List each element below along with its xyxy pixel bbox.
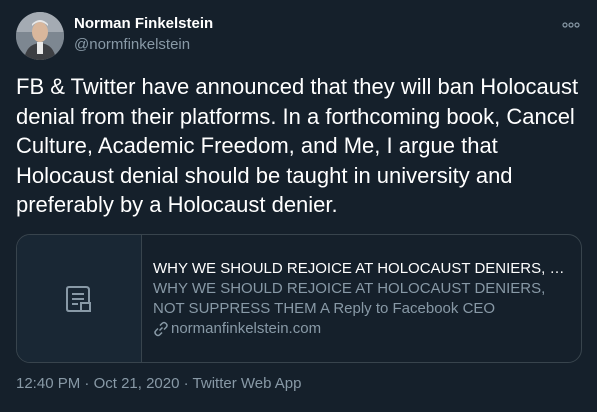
link-card[interactable]: WHY WE SHOULD REJOICE AT HOLOCAUST DENIE…: [16, 234, 582, 363]
avatar[interactable]: [16, 12, 64, 60]
display-name[interactable]: Norman Finkelstein: [74, 15, 213, 32]
card-body: WHY WE SHOULD REJOICE AT HOLOCAUST DENIE…: [153, 259, 571, 339]
tweet-text: FB & Twitter have announced that they wi…: [16, 74, 579, 217]
handle[interactable]: @normfinkelstein: [74, 36, 190, 53]
link-icon: [154, 321, 168, 337]
tweet: Norman Finkelstein @normfinkelstein FB &…: [0, 0, 597, 412]
meta-separator: ·: [80, 375, 94, 392]
tweet-source[interactable]: Twitter Web App: [193, 375, 302, 392]
card-domain[interactable]: normanfinkelstein.com: [153, 319, 571, 339]
avatar-photo: [16, 12, 64, 60]
more-options-icon: [562, 22, 580, 28]
tweet-meta: 12:40 PM · Oct 21, 2020 · Twitter Web Ap…: [16, 375, 301, 392]
document-icon: [66, 285, 91, 312]
tweet-date[interactable]: Oct 21, 2020: [94, 375, 180, 392]
tweet-time[interactable]: 12:40 PM: [16, 375, 80, 392]
meta-separator: ·: [179, 375, 193, 392]
more-options-button[interactable]: [556, 14, 586, 36]
card-thumbnail: [17, 235, 142, 362]
card-title[interactable]: WHY WE SHOULD REJOICE AT HOLOCAUST DENIE…: [153, 259, 571, 279]
card-domain-text: normanfinkelstein.com: [171, 320, 322, 337]
card-description: WHY WE SHOULD REJOICE AT HOLOCAUST DENIE…: [153, 280, 546, 317]
